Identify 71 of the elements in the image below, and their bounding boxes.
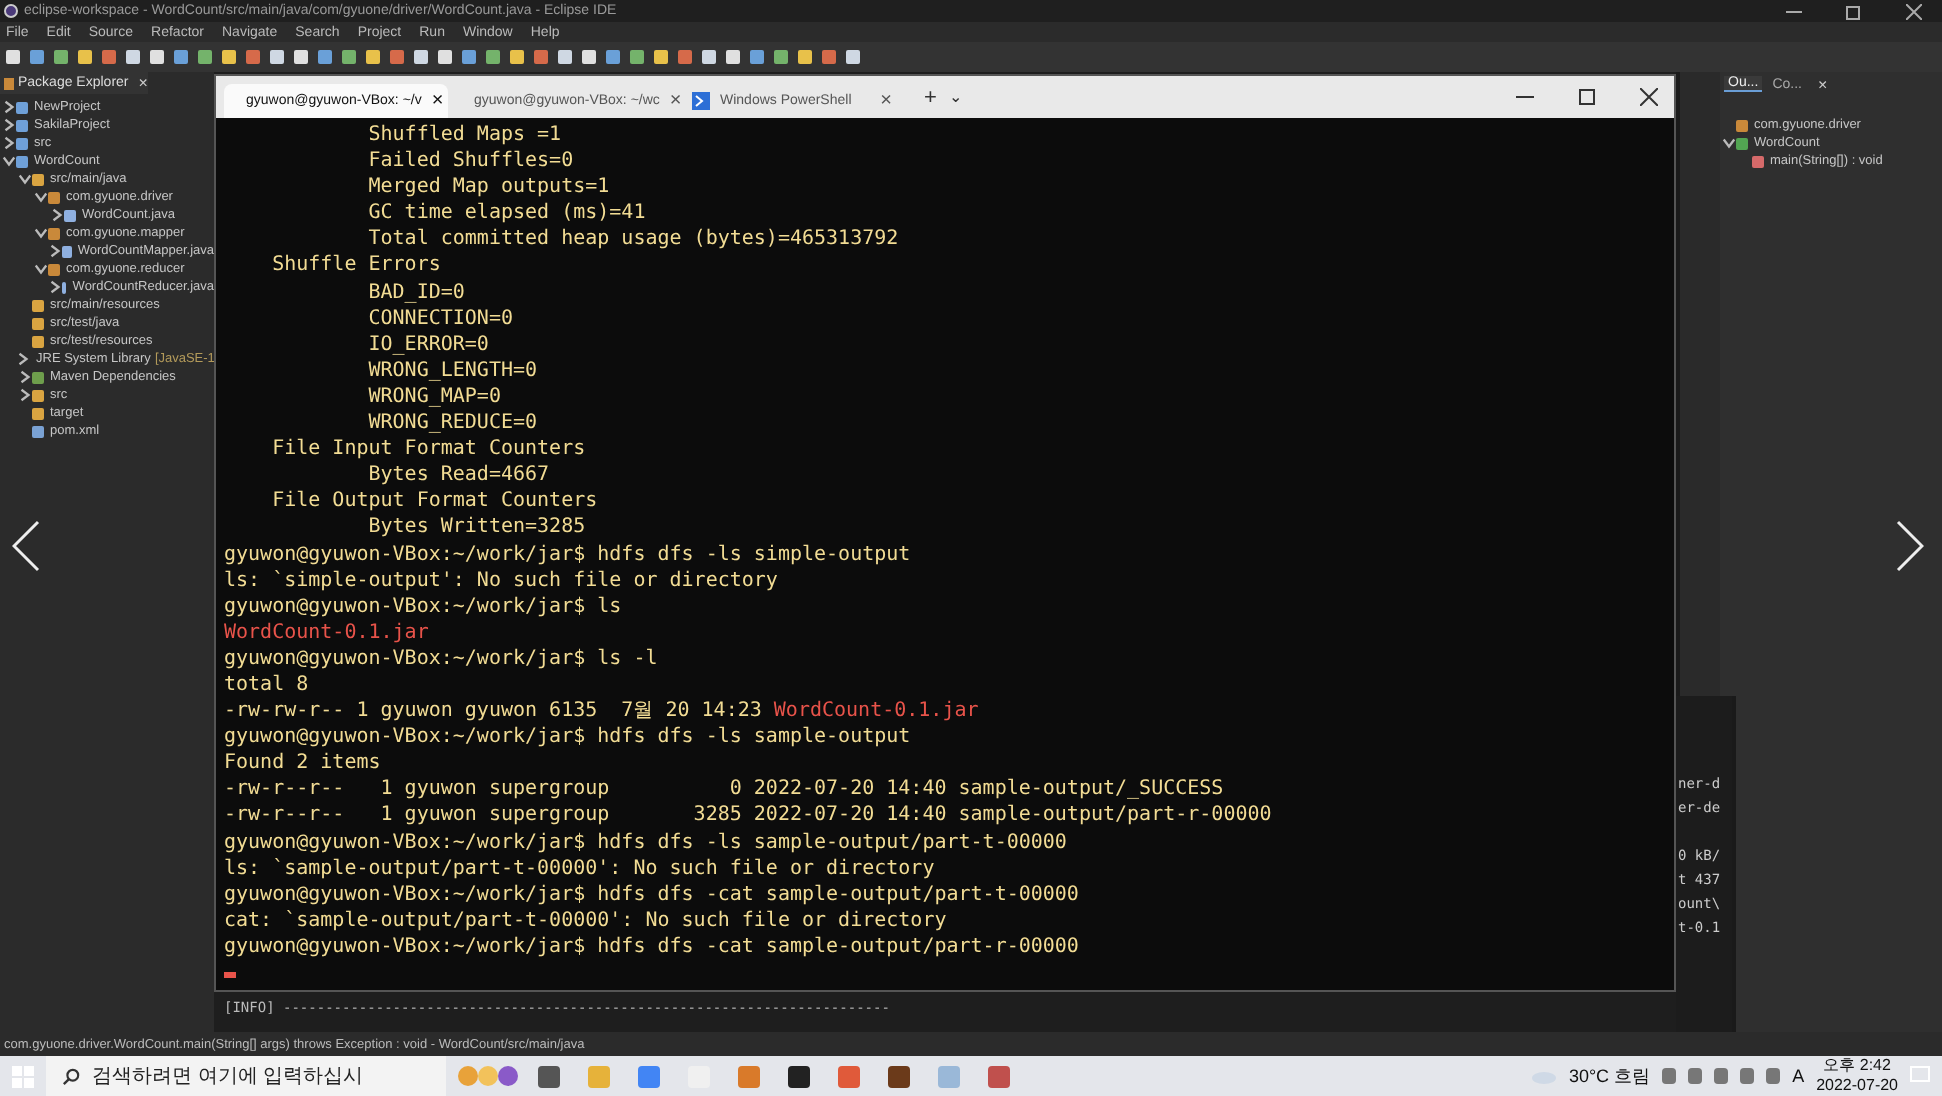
eclipse-logo-icon [4, 4, 18, 18]
close-icon[interactable]: × [669, 90, 682, 112]
package-icon [48, 263, 60, 275]
terminal-line: gyuwon@gyuwon-VBox:~/work/jar$ hdfs dfs -ls sample-output/part-t-00000 [224, 829, 1069, 856]
terminal-line: gyuwon@gyuwon-VBox:~/work/jar$ hdfs dfs -ls simple-output [224, 541, 913, 568]
terminal-icon [692, 92, 710, 110]
new-tab-button[interactable]: + [924, 85, 937, 109]
terminal-line: gyuwon@gyuwon-VBox:~/work/jar$ ls [224, 593, 624, 620]
terminal-line: Bytes Read=4667 [366, 462, 552, 489]
terminal-line: Bytes Written=3285 [366, 514, 588, 541]
folder-icon [32, 173, 44, 185]
terminal-line: Shuffled Maps =1 [366, 122, 564, 149]
terminal-line: GC time elapsed (ms)=41 [366, 200, 648, 227]
taskbar-app-icon[interactable] [888, 1065, 910, 1087]
search-field[interactable]: 검색하려면 여기에 입력하십시 [46, 1056, 446, 1096]
weather-text: 30°C 흐림 [1568, 1063, 1651, 1089]
file-icon [64, 209, 76, 221]
maximize-icon[interactable] [1578, 88, 1596, 106]
scrollbar[interactable] [1676, 72, 1720, 696]
clock[interactable]: 오후 2:42 2022-07-20 [1816, 1056, 1898, 1096]
package-icon [1736, 119, 1748, 131]
terminal-line: BAD_ID=0 [366, 279, 467, 306]
terminal-line: File Output Format Counters [270, 488, 600, 515]
terminal-line: ls: `simple-output': No such file or directory [224, 567, 780, 594]
search-icon [62, 1067, 80, 1085]
method-icon [1752, 155, 1764, 167]
close-icon[interactable]: × [1817, 75, 1828, 93]
close-icon[interactable]: × [880, 90, 892, 112]
library-icon [32, 371, 44, 383]
notification-icon[interactable] [1910, 1066, 1930, 1086]
cursor [224, 972, 236, 978]
terminal-line: WRONG_LENGTH=0 [366, 357, 540, 384]
close-icon[interactable]: × [431, 90, 444, 112]
terminal-line: Failed Shuffles=0 [366, 148, 576, 175]
restore-icon[interactable] [1846, 3, 1862, 19]
terminal-line: gyuwon@gyuwon-VBox:~/work/jar$ ls -l [224, 645, 660, 672]
terminal-line: cat: `sample-output/part-t-00000': No such file or directory [224, 907, 949, 934]
xml-icon [32, 425, 44, 437]
class-icon [1736, 137, 1748, 149]
terminal-line: gyuwon@gyuwon-VBox:~/work/jar$ hdfs dfs -cat sample-output/part-t-00000 [224, 881, 1081, 908]
close-icon[interactable] [1640, 88, 1658, 106]
package-explorer-icon [4, 77, 14, 89]
terminal-line: WRONG_MAP=0 [366, 383, 503, 411]
file-icon [62, 245, 72, 257]
terminal-line: WRONG_REDUCE=0 [366, 410, 540, 437]
taskbar-app-icon[interactable] [788, 1065, 810, 1087]
terminal-line: CONNECTION=0 [366, 305, 515, 332]
input-method-indicator[interactable]: A [1792, 1066, 1805, 1086]
terminal-line: File Input Format Counters [270, 436, 588, 463]
terminal-line: Found 2 items [224, 750, 383, 777]
package-icon [48, 191, 60, 203]
dropdown-button[interactable]: ⌄ [948, 88, 963, 106]
file-icon [62, 281, 67, 293]
terminal-line: gyuwon@gyuwon-VBox:~/work/jar$ hdfs dfs -ls sample-output [224, 724, 913, 751]
terminal-line: -rw-r--r-- 1 gyuwon supergroup 0 2022-07-20 14:40 sample-output/_SUCCESS [224, 776, 1226, 803]
terminal-line: -rw-rw-r-- 1 gyuwon gyuwon 6135 7월 20 14:23 WordCount-0.1.jar [224, 698, 981, 725]
terminal-line: gyuwon@gyuwon-VBox:~/work/jar$ hdfs dfs -cat sample-output/part-r-00000 [224, 933, 1081, 960]
terminal-line: Merged Map outputs=1 [366, 174, 612, 201]
terminal-line: ls: `sample-output/part-t-00000': No such file or directory [224, 855, 937, 882]
windows-start-icon[interactable] [12, 1065, 34, 1087]
close-icon[interactable]: × [138, 74, 148, 92]
terminal-line: IO_ERROR=0 [366, 331, 491, 358]
terminal-line: total 8 [224, 671, 311, 699]
terminal-line: Shuffle Errors [270, 252, 443, 280]
close-icon[interactable] [1906, 3, 1922, 19]
terminal-line: WordCount-0.1.jar [224, 619, 431, 646]
terminal-line: -rw-r--r-- 1 gyuwon supergroup 3285 2022-07-20 14:40 sample-output/part-r-00000 [224, 802, 1274, 830]
terminal-line: Total committed heap usage (bytes)=465313792 [366, 226, 901, 253]
package-icon [48, 227, 60, 239]
taskbar-app-icon[interactable] [538, 1065, 560, 1087]
weather-widget-icon[interactable] [458, 1064, 518, 1088]
